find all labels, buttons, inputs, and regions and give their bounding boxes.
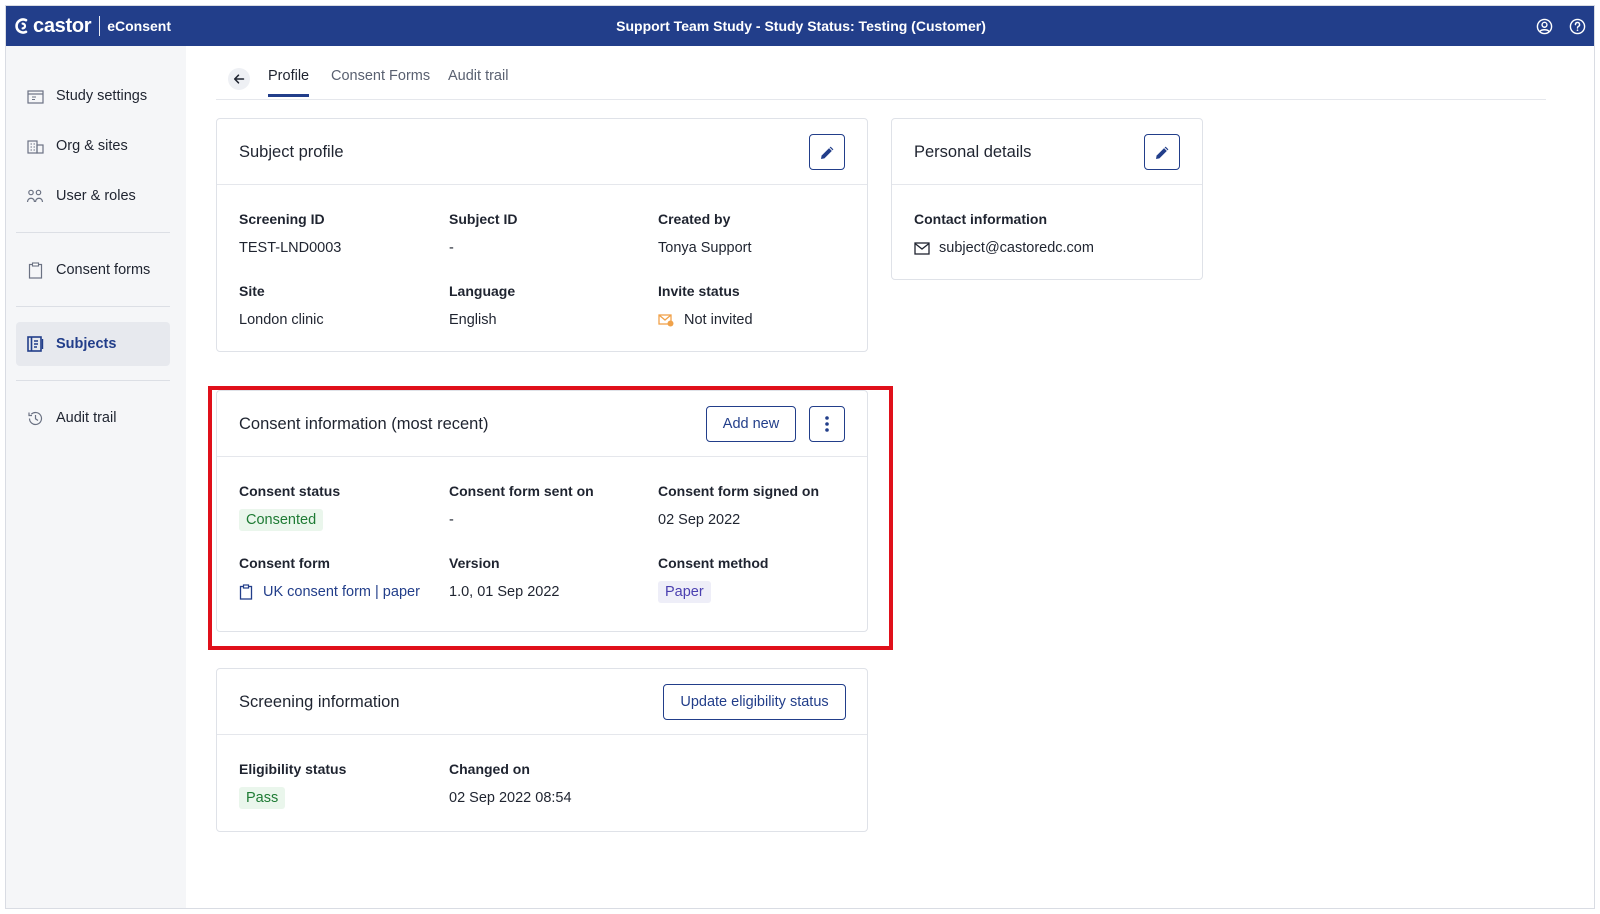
envelope-warning-icon — [658, 314, 674, 327]
help-circle-icon[interactable] — [1569, 18, 1586, 35]
pencil-icon — [1155, 146, 1168, 159]
app-window: castor eConsent Support Team Study - Stu… — [5, 5, 1595, 909]
kebab-menu-icon — [825, 416, 829, 432]
consent-form-label: Consent form — [239, 555, 330, 571]
consent-method-label: Consent method — [658, 555, 769, 571]
sidebar-item-label: Study settings — [56, 88, 148, 104]
eligibility-status-badge: Pass — [239, 787, 286, 809]
consent-status-badge: Consented — [239, 509, 324, 531]
sidebar-item-consent-forms[interactable]: Consent forms — [16, 248, 170, 292]
consent-signed-value: 02 Sep 2022 — [658, 512, 741, 528]
top-actions — [1536, 6, 1586, 46]
changed-on-label: Changed on — [449, 761, 530, 777]
arrow-left-icon — [233, 74, 245, 84]
folder-icon — [26, 87, 44, 105]
consent-sent-label: Consent form sent on — [449, 483, 594, 499]
main-content: Profile Consent Forms Audit trail Subjec… — [186, 46, 1594, 908]
invite-status-label: Invite status — [658, 283, 740, 299]
sidebar-divider — [16, 306, 170, 307]
site-value: London clinic — [239, 312, 324, 328]
more-options-button[interactable] — [809, 406, 845, 442]
version-value: 1.0, 01 Sep 2022 — [449, 584, 560, 600]
card-title: Subject profile — [239, 143, 344, 161]
language-label: Language — [449, 283, 516, 299]
study-title: Support Team Study - Study Status: Testi… — [616, 18, 986, 34]
screening-info-card: Screening information Update eligibility… — [216, 668, 868, 832]
subjects-book-icon — [26, 335, 44, 353]
top-bar: castor eConsent Support Team Study - Stu… — [6, 6, 1594, 46]
consent-info-card: Consent information (most recent) Add ne… — [216, 390, 868, 632]
consent-form-link[interactable]: UK consent form | paper — [239, 584, 420, 600]
consent-status-label: Consent status — [239, 483, 341, 499]
subject-id-label: Subject ID — [449, 211, 518, 227]
screening-id-value: TEST-LND0003 — [239, 240, 342, 256]
email-value: subject@castoredc.com — [914, 240, 1094, 256]
subject-id-value: - — [449, 240, 454, 256]
version-label: Version — [449, 555, 500, 571]
consent-method-badge: Paper — [658, 581, 711, 603]
users-icon — [26, 187, 44, 205]
language-value: English — [449, 312, 497, 328]
personal-details-card: Personal details Contact information sub… — [891, 118, 1203, 280]
card-header: Consent information (most recent) Add ne… — [217, 391, 867, 457]
tab-consent-forms[interactable]: Consent Forms — [331, 68, 430, 94]
sidebar: Study settings Org & sites User & roles … — [6, 46, 186, 908]
sidebar-item-study-settings[interactable]: Study settings — [16, 74, 170, 118]
sidebar-item-label: Subjects — [56, 336, 117, 352]
invite-status-text: Not invited — [684, 312, 753, 328]
sidebar-item-user-roles[interactable]: User & roles — [16, 174, 170, 218]
email-text: subject@castoredc.com — [939, 240, 1094, 256]
history-icon — [26, 409, 44, 427]
consent-sent-value: - — [449, 512, 454, 528]
changed-on-value: 02 Sep 2022 08:54 — [449, 790, 572, 806]
clipboard-icon — [239, 584, 253, 600]
update-eligibility-button[interactable]: Update eligibility status — [663, 684, 846, 720]
edit-profile-button[interactable] — [809, 134, 845, 170]
sidebar-item-label: Audit trail — [56, 410, 117, 426]
tab-audit-trail[interactable]: Audit trail — [448, 68, 508, 94]
tab-profile[interactable]: Profile — [268, 68, 310, 97]
card-title: Personal details — [914, 143, 1032, 161]
tab-bar: Profile Consent Forms Audit trail — [216, 64, 1546, 100]
sidebar-item-label: User & roles — [56, 188, 136, 204]
contact-info-label: Contact information — [914, 211, 1047, 227]
add-new-button[interactable]: Add new — [706, 406, 796, 442]
consent-status-value: Consented — [239, 509, 324, 531]
consent-signed-label: Consent form signed on — [658, 483, 819, 499]
mail-icon — [914, 241, 930, 255]
card-title: Screening information — [239, 693, 400, 711]
sidebar-item-label: Org & sites — [56, 138, 128, 154]
user-circle-icon[interactable] — [1536, 18, 1553, 35]
eligibility-status-label: Eligibility status — [239, 761, 347, 777]
sidebar-item-org-sites[interactable]: Org & sites — [16, 124, 170, 168]
sidebar-item-audit-trail[interactable]: Audit trail — [16, 396, 170, 440]
sidebar-divider — [16, 380, 170, 381]
pencil-icon — [820, 146, 833, 159]
invite-status-value: Not invited — [658, 312, 753, 328]
consent-method-value: Paper — [658, 581, 711, 603]
site-label: Site — [239, 283, 265, 299]
card-header: Screening information Update eligibility… — [217, 669, 867, 735]
sidebar-item-subjects[interactable]: Subjects — [16, 322, 170, 366]
building-icon — [26, 137, 44, 155]
back-button[interactable] — [228, 68, 250, 90]
subject-profile-card: Subject profile Screening ID TEST-LND000… — [216, 118, 868, 352]
card-title: Consent information (most recent) — [239, 415, 489, 433]
sidebar-divider — [16, 232, 170, 233]
card-header: Subject profile — [217, 119, 867, 185]
created-by-value: Tonya Support — [658, 240, 752, 256]
edit-personal-details-button[interactable] — [1144, 134, 1180, 170]
sidebar-item-label: Consent forms — [56, 262, 151, 278]
created-by-label: Created by — [658, 211, 731, 227]
clipboard-icon — [26, 261, 44, 279]
screening-id-label: Screening ID — [239, 211, 325, 227]
consent-form-text[interactable]: UK consent form | paper — [263, 584, 420, 600]
card-header: Personal details — [892, 119, 1202, 185]
eligibility-status-value: Pass — [239, 787, 286, 809]
